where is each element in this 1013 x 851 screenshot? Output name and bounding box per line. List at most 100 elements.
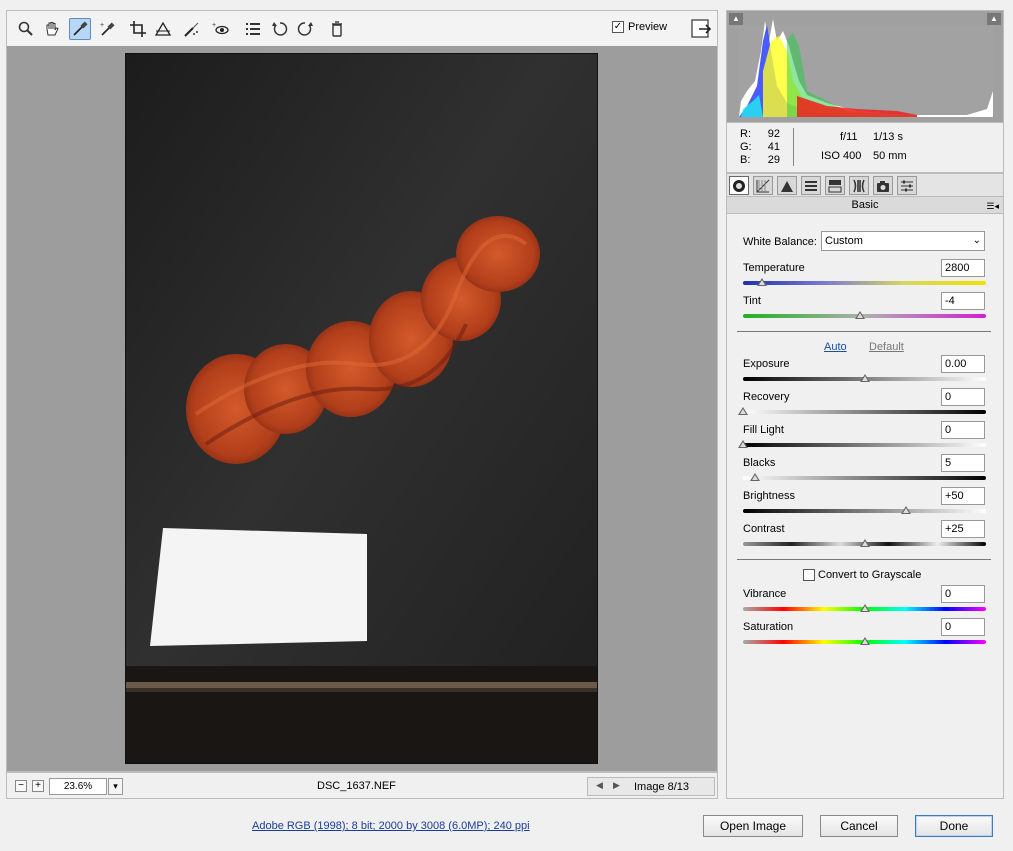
brightness-thumb[interactable] <box>900 506 911 514</box>
tab-split-toning-icon[interactable] <box>825 176 845 195</box>
toolbar: + + ✓ Preview <box>6 10 718 46</box>
vibrance-label: Vibrance <box>743 588 787 600</box>
g-value: 41 <box>767 141 780 153</box>
brightness-label: Brightness <box>743 490 795 502</box>
rotate-left-icon[interactable] <box>269 18 291 40</box>
zoom-dropdown-chevron-down-icon[interactable]: ▾ <box>108 778 123 795</box>
panel-menu-icon[interactable]: ☰◂ <box>986 198 999 214</box>
saturation-thumb[interactable] <box>859 637 870 645</box>
retouch-tool-icon[interactable] <box>181 18 203 40</box>
preview-label: Preview <box>628 21 668 33</box>
zoom-in-button[interactable]: + <box>32 780 44 792</box>
tab-hsl-icon[interactable] <box>801 176 821 195</box>
brightness-track[interactable] <box>743 509 986 513</box>
b-label: B: <box>740 154 751 166</box>
exposure-input[interactable]: 0.00 <box>941 355 985 373</box>
fill-light-thumb[interactable] <box>738 440 748 448</box>
tab-presets-icon[interactable] <box>897 176 917 195</box>
svg-text:+: + <box>212 22 216 29</box>
panel-title: Basic ☰◂ <box>726 197 1004 214</box>
blacks-thumb[interactable] <box>750 473 761 481</box>
divider <box>737 559 991 560</box>
r-value: 92 <box>767 128 780 140</box>
basic-panel: White Balance: Custom ⌄ Temperature 2800… <box>726 214 1004 799</box>
exposure-label: Exposure <box>743 358 790 370</box>
g-label: G: <box>740 141 752 153</box>
done-button[interactable]: Done <box>915 815 993 837</box>
temperature-track[interactable] <box>743 281 986 285</box>
previous-image-icon[interactable]: ◀ <box>596 780 603 791</box>
straighten-tool-icon[interactable] <box>152 18 174 40</box>
default-link[interactable]: Default <box>869 341 904 353</box>
tint-thumb[interactable] <box>854 311 865 319</box>
tab-basic-aperture-icon[interactable] <box>729 176 749 195</box>
focal-length-value: 50 mm <box>873 150 907 162</box>
open-image-button[interactable]: Open Image <box>703 815 803 837</box>
grayscale-label: Convert to Grayscale <box>818 569 922 581</box>
white-balance-select[interactable]: Custom ⌄ <box>821 231 985 251</box>
tint-label: Tint <box>743 295 761 307</box>
image-count-label: Image 8/13 <box>634 781 690 793</box>
white-balance-label: White Balance: <box>743 236 817 248</box>
adjustment-panel-tabs <box>726 173 1004 197</box>
temperature-thumb[interactable] <box>757 278 768 286</box>
hand-tool-icon[interactable] <box>41 18 63 40</box>
blacks-track[interactable] <box>743 476 986 480</box>
convert-to-grayscale-toggle[interactable]: Convert to Grayscale <box>803 569 921 581</box>
red-eye-tool-icon[interactable]: + <box>209 18 231 40</box>
contrast-input[interactable]: +25 <box>941 520 985 538</box>
saturation-input[interactable]: 0 <box>941 618 985 636</box>
tab-lens-corrections-icon[interactable] <box>849 176 869 195</box>
status-bar: − + 23.6% ▾ DSC_1637.NEF ◀ ▶ Image 8/13 <box>6 772 718 799</box>
next-image-icon[interactable]: ▶ <box>613 780 620 791</box>
fill-light-track[interactable] <box>743 443 986 447</box>
recovery-thumb[interactable] <box>738 407 748 415</box>
contrast-label: Contrast <box>743 523 785 535</box>
divider <box>737 331 991 332</box>
zoom-out-button[interactable]: − <box>15 780 27 792</box>
tab-tone-curve-icon[interactable] <box>753 176 773 195</box>
chevron-down-icon: ⌄ <box>972 235 981 246</box>
r-label: R: <box>740 128 751 140</box>
tint-input[interactable]: -4 <box>941 292 985 310</box>
color-readout: R: 92 G: 41 B: 29 f/11 1/13 s ISO 400 50 mm <box>726 123 1004 173</box>
temperature-label: Temperature <box>743 262 805 274</box>
crop-tool-icon[interactable] <box>127 18 149 40</box>
exposure-thumb[interactable] <box>859 374 870 382</box>
brightness-input[interactable]: +50 <box>941 487 985 505</box>
tab-detail-icon[interactable] <box>777 176 797 195</box>
recovery-track[interactable] <box>743 410 986 414</box>
preview-checkbox[interactable]: ✓ <box>612 21 624 33</box>
zoom-level-field[interactable]: 23.6% <box>49 778 107 795</box>
blacks-input[interactable]: 5 <box>941 454 985 472</box>
delete-icon[interactable] <box>326 18 348 40</box>
saturation-label: Saturation <box>743 621 794 633</box>
white-balance-value: Custom <box>825 235 863 247</box>
fill-light-input[interactable]: 0 <box>941 421 985 439</box>
white-card <box>150 528 367 646</box>
temperature-input[interactable]: 2800 <box>941 259 985 277</box>
histogram: ▲ ▲ <box>726 10 1004 123</box>
recovery-input[interactable]: 0 <box>941 388 985 406</box>
preview-toggle[interactable]: ✓ Preview <box>612 21 667 33</box>
preferences-icon[interactable] <box>242 18 264 40</box>
auto-link[interactable]: Auto <box>824 341 847 353</box>
filename-label: DSC_1637.NEF <box>317 780 396 792</box>
rotate-right-icon[interactable] <box>294 18 316 40</box>
zoom-tool-icon[interactable] <box>15 18 37 40</box>
cancel-button[interactable]: Cancel <box>820 815 898 837</box>
iso-value: ISO 400 <box>821 150 862 162</box>
vibrance-input[interactable]: 0 <box>941 585 985 603</box>
tab-camera-calibration-icon[interactable] <box>873 176 893 195</box>
contrast-thumb[interactable] <box>859 539 870 547</box>
color-sampler-tool-icon[interactable]: + <box>96 18 118 40</box>
image-navigator: ◀ ▶ Image 8/13 <box>587 777 715 796</box>
white-balance-tool-icon[interactable] <box>69 18 91 40</box>
image-preview[interactable] <box>125 53 598 764</box>
vibrance-thumb[interactable] <box>859 604 870 612</box>
grayscale-checkbox[interactable] <box>803 569 815 581</box>
blacks-label: Blacks <box>743 457 776 469</box>
workflow-options-link[interactable]: Adobe RGB (1998); 8 bit; 2000 by 3008 (6… <box>252 820 530 832</box>
fullscreen-icon[interactable] <box>691 19 713 39</box>
recovery-label: Recovery <box>743 391 790 403</box>
